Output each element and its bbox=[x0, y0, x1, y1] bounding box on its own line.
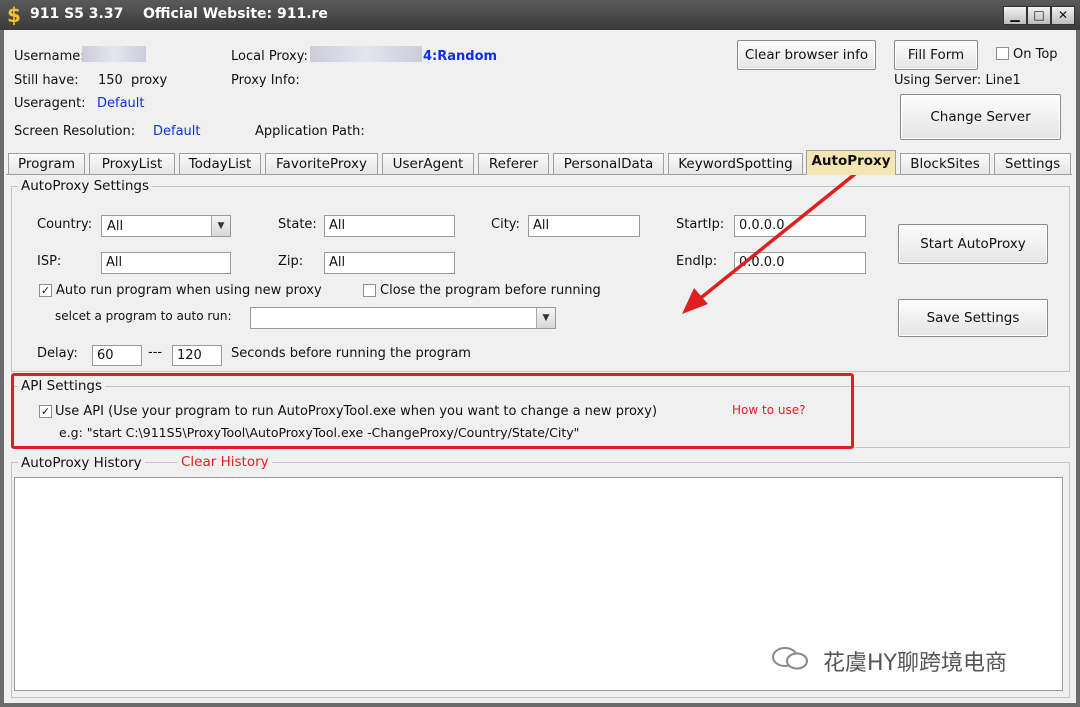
title-bar: $ 911 S5 3.37 Official Website: 911.re ▁… bbox=[0, 0, 1080, 30]
website-label: Official Website: 911.re bbox=[143, 6, 328, 22]
local-proxy-value-redacted bbox=[310, 46, 422, 62]
using-server-label: Using Server: Line1 bbox=[894, 73, 1021, 88]
wechat-icon bbox=[770, 645, 810, 671]
highlight-box bbox=[11, 373, 854, 449]
isp-input[interactable]: All bbox=[101, 252, 231, 274]
autoproxy-settings-title: AutoProxy Settings bbox=[18, 178, 152, 194]
watermark-text: 花虞HY聊跨境电商 bbox=[823, 651, 1007, 676]
tab-program[interactable]: Program bbox=[8, 153, 85, 174]
close-button[interactable]: ✕ bbox=[1051, 6, 1075, 25]
local-proxy-label: Local Proxy: bbox=[231, 49, 308, 64]
tab-personaldata[interactable]: PersonalData bbox=[553, 153, 664, 174]
tab-settings[interactable]: Settings bbox=[994, 153, 1071, 174]
delay-suffix-label: Seconds before running the program bbox=[231, 346, 471, 361]
start-autoproxy-button[interactable]: Start AutoProxy bbox=[898, 224, 1048, 264]
application-path-label: Application Path: bbox=[255, 124, 365, 139]
tab-strip-divider bbox=[6, 174, 1072, 175]
on-top-label: On Top bbox=[1013, 47, 1058, 62]
city-label: City: bbox=[491, 217, 520, 232]
auto-run-label: Auto run program when using new proxy bbox=[56, 283, 322, 298]
state-label: State: bbox=[278, 217, 317, 232]
tab-blocksites[interactable]: BlockSites bbox=[900, 153, 990, 174]
tab-referer[interactable]: Referer bbox=[478, 153, 549, 174]
delay-label: Delay: bbox=[37, 346, 78, 361]
autoproxy-history-title: AutoProxy History bbox=[18, 455, 145, 471]
proxy-unit: proxy bbox=[131, 73, 168, 88]
proxy-info-label: Proxy Info: bbox=[231, 73, 300, 88]
annotation-arrow-icon bbox=[682, 168, 862, 314]
maximize-button[interactable]: □ bbox=[1027, 6, 1051, 25]
save-settings-button[interactable]: Save Settings bbox=[898, 299, 1048, 337]
tab-favoriteproxy[interactable]: FavoriteProxy bbox=[265, 153, 378, 174]
screen-resolution-value[interactable]: Default bbox=[153, 124, 201, 139]
zip-label: Zip: bbox=[278, 254, 304, 269]
clear-history-link[interactable]: Clear History bbox=[178, 454, 272, 470]
local-proxy-mode: 4:Random bbox=[423, 49, 498, 64]
isp-label: ISP: bbox=[37, 254, 62, 269]
country-select-value: All bbox=[107, 219, 124, 234]
fill-form-button[interactable]: Fill Form bbox=[894, 40, 978, 70]
username-label: Username: bbox=[14, 49, 85, 64]
delay-separator: --- bbox=[148, 345, 163, 360]
state-input[interactable]: All bbox=[324, 215, 455, 237]
chevron-down-icon: ▼ bbox=[211, 216, 230, 236]
delay-to-input[interactable]: 120 bbox=[172, 345, 222, 366]
delay-from-input[interactable]: 60 bbox=[92, 345, 142, 366]
tab-useragent[interactable]: UserAgent bbox=[382, 153, 474, 174]
tab-todaylist[interactable]: TodayList bbox=[179, 153, 261, 174]
still-have-label: Still have: bbox=[14, 73, 79, 88]
clear-browser-info-button[interactable]: Clear browser info bbox=[737, 40, 876, 70]
change-server-button[interactable]: Change Server bbox=[900, 94, 1061, 140]
useragent-value[interactable]: Default bbox=[97, 96, 145, 111]
country-label: Country: bbox=[37, 217, 93, 232]
close-before-label: Close the program before running bbox=[380, 283, 601, 298]
minimize-button[interactable]: ▁ bbox=[1003, 6, 1027, 25]
select-program-label: selcet a program to auto run: bbox=[55, 309, 232, 323]
tab-proxylist[interactable]: ProxyList bbox=[89, 153, 175, 174]
auto-run-checkbox[interactable]: ✓ bbox=[39, 284, 52, 297]
screen-resolution-label: Screen Resolution: bbox=[14, 124, 136, 139]
tab-autoproxy[interactable]: AutoProxy bbox=[806, 150, 896, 175]
close-before-checkbox[interactable] bbox=[363, 284, 376, 297]
on-top-checkbox[interactable] bbox=[996, 47, 1009, 60]
useragent-label: Useragent: bbox=[14, 96, 86, 111]
chevron-down-icon: ▼ bbox=[536, 308, 555, 328]
country-select[interactable]: All ▼ bbox=[101, 215, 231, 237]
app-title: 911 S5 3.37 bbox=[30, 6, 124, 22]
zip-input[interactable]: All bbox=[324, 252, 455, 274]
username-value-redacted bbox=[82, 46, 146, 62]
autoproxy-settings-group bbox=[11, 186, 1070, 372]
proxy-count: 150 bbox=[98, 73, 123, 88]
app-logo-icon: $ bbox=[7, 3, 21, 27]
program-select[interactable]: ▼ bbox=[250, 307, 556, 329]
city-input[interactable]: All bbox=[528, 215, 640, 237]
